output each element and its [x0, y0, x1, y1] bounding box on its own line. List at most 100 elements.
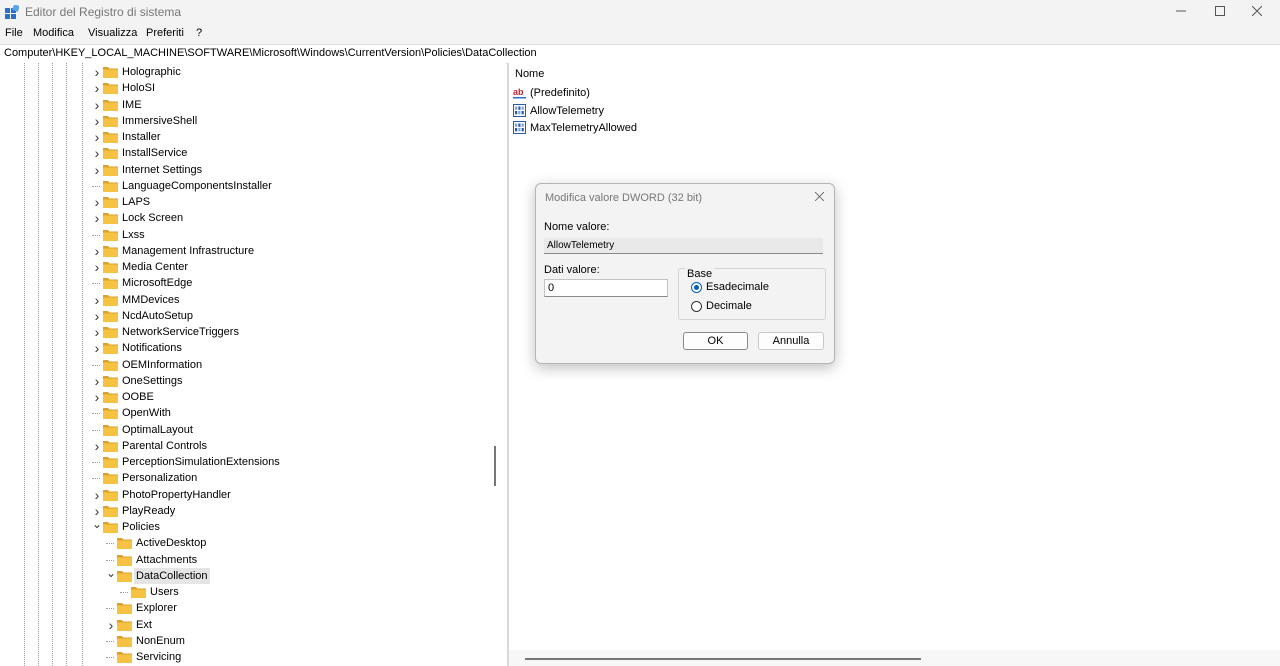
folder-icon [103, 392, 118, 403]
tree-item[interactable]: › MMDevices [92, 292, 472, 308]
tree-item[interactable]: › IME [92, 97, 472, 113]
value-data-input[interactable]: 0 [544, 279, 668, 297]
tree-item[interactable]: Explorer [106, 600, 486, 616]
tree-item[interactable]: ActiveDesktop [106, 535, 486, 551]
chevron-right-icon[interactable]: › [106, 617, 116, 633]
chevron-down-icon[interactable]: ⌄ [106, 567, 116, 584]
tree-item[interactable]: LanguageComponentsInstaller [92, 178, 472, 194]
tree-item[interactable]: › InstallService [92, 145, 472, 161]
string-value-icon: ab [513, 87, 526, 99]
scrollbar-thumb[interactable] [494, 446, 496, 486]
tree-item-label: DataCollection [134, 567, 210, 584]
tree-item[interactable]: OEMInformation [92, 357, 472, 373]
chevron-right-icon[interactable]: › [92, 373, 102, 389]
tree-vertical-scrollbar[interactable] [490, 63, 506, 666]
chevron-right-icon[interactable]: › [92, 389, 102, 405]
address-bar[interactable]: Computer\HKEY_LOCAL_MACHINE\SOFTWARE\Mic… [0, 44, 1280, 64]
tree-item[interactable]: › PhotoPropertyHandler [92, 487, 472, 503]
tree-item[interactable]: › NetworkServiceTriggers [92, 324, 472, 340]
tree-connector [92, 470, 100, 480]
tree-item-label: Servicing [136, 651, 182, 663]
tree-item[interactable]: PerceptionSimulationExtensions [92, 454, 472, 470]
tree-item[interactable]: OptimalLayout [92, 422, 472, 438]
tree-item[interactable]: › Notifications [92, 340, 472, 356]
tree-item[interactable]: › Media Center [92, 259, 472, 275]
tree-item[interactable]: › Lock Screen [92, 210, 472, 226]
tree-item[interactable]: Servicing [106, 649, 486, 665]
svg-text:ab: ab [513, 87, 524, 97]
tree-item[interactable]: › Ext [106, 617, 486, 633]
tree-item[interactable]: ⌄ Policies [92, 518, 472, 535]
chevron-right-icon[interactable]: › [92, 129, 102, 145]
chevron-right-icon[interactable]: › [92, 259, 102, 275]
tree-item-label: OpenWith [122, 407, 171, 420]
tree-item[interactable]: › OneSettings [92, 373, 472, 389]
chevron-right-icon[interactable]: › [92, 210, 102, 226]
tree-item[interactable]: NonEnum [106, 633, 486, 649]
tree-item[interactable]: › NcdAutoSetup [92, 308, 472, 324]
chevron-right-icon[interactable]: › [92, 292, 102, 308]
tree-item-label: LAPS [122, 196, 151, 208]
chevron-right-icon[interactable]: › [92, 340, 102, 356]
key-tree[interactable]: › Holographic › HoloSI › IME › ImmersiveShell › I… [0, 63, 490, 666]
tree-item[interactable]: › Parental Controls [92, 438, 472, 454]
tree-item[interactable]: › LAPS [92, 194, 472, 210]
tree-item[interactable]: › Management Infrastructure [92, 243, 472, 259]
tree-item[interactable]: MicrosoftEdge [92, 275, 472, 291]
cancel-button[interactable]: Annulla [758, 332, 824, 350]
folder-icon [103, 473, 118, 485]
tree-item[interactable]: Lxss [92, 227, 472, 243]
chevron-right-icon[interactable]: › [92, 64, 102, 80]
chevron-right-icon[interactable]: › [92, 324, 102, 340]
tree-item[interactable]: › HoloSI [92, 80, 472, 96]
tree-item[interactable]: › ImmersiveShell [92, 113, 472, 129]
menu-preferiti[interactable]: Preferiti [146, 27, 184, 39]
column-header-name[interactable]: Nome [515, 68, 544, 80]
menu-modifica[interactable]: Modifica [33, 27, 74, 39]
values-horizontal-scrollbar[interactable] [509, 650, 1280, 666]
folder-icon [103, 375, 118, 387]
folder-icon [117, 619, 132, 631]
folder-icon [103, 505, 118, 517]
folder-icon [103, 522, 118, 533]
tree-item[interactable]: Personalization [92, 470, 472, 486]
chevron-right-icon[interactable]: › [92, 80, 102, 96]
tree-connector [92, 178, 100, 187]
radio-unchecked-icon [691, 301, 702, 312]
chevron-right-icon[interactable]: › [92, 308, 102, 324]
tree-item[interactable]: › PlayReady [92, 503, 472, 519]
tree-item[interactable]: › OOBE [92, 389, 472, 405]
scrollbar-thumb[interactable] [525, 658, 921, 660]
tree-guide-line [66, 63, 67, 666]
chevron-right-icon[interactable]: › [92, 243, 102, 259]
tree-item-label: MMDevices [122, 293, 180, 306]
tree-item[interactable]: › Holographic [92, 64, 472, 80]
chevron-right-icon[interactable]: › [92, 113, 102, 129]
menu-file[interactable]: File [5, 27, 23, 39]
folder-icon [117, 538, 132, 550]
close-window-button[interactable] [1234, 0, 1280, 24]
tree-item-label: IME [122, 98, 142, 111]
chevron-right-icon[interactable]: › [92, 97, 102, 113]
tree-item-label: Internet Settings [122, 163, 203, 176]
chevron-right-icon[interactable]: › [92, 487, 102, 503]
tree-item[interactable]: OpenWith [92, 405, 472, 421]
tree-item-label: OOBE [122, 391, 154, 403]
tree-item-label: LanguageComponentsInstaller [122, 179, 272, 192]
tree-item[interactable]: Users [120, 584, 490, 600]
ok-button[interactable]: OK [683, 332, 748, 350]
chevron-down-icon[interactable]: ⌄ [92, 518, 102, 535]
menu-visualizza[interactable]: Visualizza [88, 27, 137, 39]
chevron-right-icon[interactable]: › [92, 438, 102, 454]
dialog-close-button[interactable] [810, 187, 828, 205]
tree-item[interactable]: › Installer [92, 129, 472, 145]
edit-dword-dialog: Modifica valore DWORD (32 bit) Nome valo… [535, 183, 835, 364]
chevron-right-icon[interactable]: › [92, 162, 102, 178]
tree-item[interactable]: ⌄ DataCollection [106, 567, 486, 584]
chevron-right-icon[interactable]: › [92, 145, 102, 161]
tree-item[interactable]: Attachments [106, 552, 486, 568]
menu-help[interactable]: ? [196, 27, 202, 39]
tree-item[interactable]: › Internet Settings [92, 162, 472, 178]
values-list[interactable]: Nome ab (Predefinito) AllowTelemetry MaxTel… [509, 63, 1280, 666]
chevron-right-icon[interactable]: › [92, 194, 102, 210]
